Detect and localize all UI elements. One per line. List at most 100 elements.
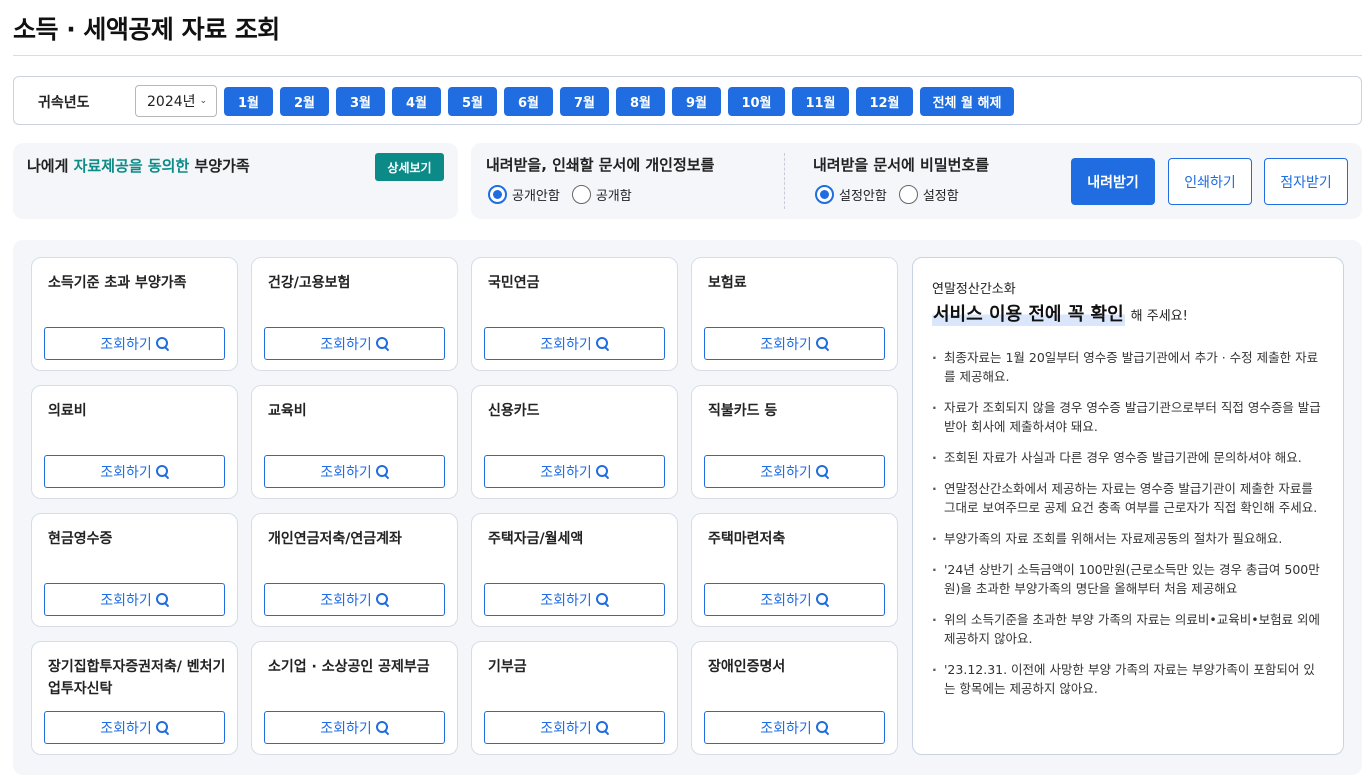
info-list-item: 연말정산간소화에서 제공하는 자료는 영수증 발급기관이 제출한 자료를 그대로… xyxy=(930,479,1325,517)
deduction-card-title: 보험료 xyxy=(708,275,747,291)
inquiry-button[interactable]: 조회하기 xyxy=(704,583,885,616)
inquiry-button[interactable]: 조회하기 xyxy=(484,455,665,488)
deduction-card-title: 개인연금저축/연금계좌 xyxy=(268,531,402,547)
search-icon xyxy=(595,593,609,606)
month-button-2[interactable]: 2월 xyxy=(280,87,329,116)
inquiry-button-label: 조회하기 xyxy=(100,336,152,353)
month-button-7[interactable]: 7월 xyxy=(560,87,609,116)
month-button-10[interactable]: 10월 xyxy=(728,87,785,116)
deduction-card-title: 직불카드 등 xyxy=(708,403,778,419)
search-icon xyxy=(815,337,829,350)
inquiry-button[interactable]: 조회하기 xyxy=(484,327,665,360)
month-button-9[interactable]: 9월 xyxy=(672,87,721,116)
deduction-card-title: 장기집합투자증권저축/ 벤처기업투자신탁 xyxy=(48,659,226,697)
deduction-card: 주택마련저축조회하기 xyxy=(691,513,898,627)
inquiry-button[interactable]: 조회하기 xyxy=(44,327,225,360)
braille-button[interactable]: 점자받기 xyxy=(1264,158,1348,205)
search-icon xyxy=(595,721,609,734)
page-title: 소득 · 세액공제 자료 조회 xyxy=(13,15,280,44)
year-select[interactable]: 2024년 ⌄ xyxy=(135,85,217,117)
month-button-12[interactable]: 12월 xyxy=(856,87,913,116)
month-button-1[interactable]: 1월 xyxy=(224,87,273,116)
inquiry-button[interactable]: 조회하기 xyxy=(264,711,445,744)
deduction-card-title: 건강/고용보험 xyxy=(268,275,351,291)
deduction-card: 현금영수증 조회하기 xyxy=(31,513,238,627)
inquiry-button[interactable]: 조회하기 xyxy=(704,455,885,488)
deduction-card-title: 주택마련저축 xyxy=(708,531,786,547)
privacy-radio-show-label: 공개함 xyxy=(595,189,632,204)
inquiry-button[interactable]: 조회하기 xyxy=(264,455,445,488)
deduction-card: 소득기준 초과 부양가족 조회하기 xyxy=(31,257,238,371)
print-button[interactable]: 인쇄하기 xyxy=(1168,158,1252,205)
radio-unselected-icon xyxy=(571,185,591,204)
inquiry-button[interactable]: 조회하기 xyxy=(704,711,885,744)
month-button-8[interactable]: 8월 xyxy=(616,87,665,116)
search-icon xyxy=(155,593,169,606)
inquiry-button[interactable]: 조회하기 xyxy=(264,327,445,360)
deduction-card: 주택자금/월세액조회하기 xyxy=(471,513,678,627)
inquiry-button-label: 조회하기 xyxy=(760,592,812,609)
privacy-radio-show[interactable]: 공개함 xyxy=(571,185,632,204)
password-radio-set-label: 설정함 xyxy=(922,189,959,204)
password-radio-none[interactable]: 설정안함 xyxy=(815,185,887,204)
radio-unselected-icon xyxy=(898,185,918,204)
info-list-item: 조회된 자료가 사실과 다른 경우 영수증 발급기관에 문의하셔야 해요. xyxy=(930,448,1325,467)
info-headline-main: 서비스 이용 전에 꼭 확인 xyxy=(932,300,1125,326)
download-button[interactable]: 내려받기 xyxy=(1071,158,1155,205)
month-buttons: 1월 2월 3월 4월 5월 6월 7월 8월 9월 10월 11월 12월 전… xyxy=(224,87,1014,116)
dependents-highlight: 자료제공을 동의한 xyxy=(73,157,190,175)
inquiry-button-label: 조회하기 xyxy=(540,720,592,737)
clear-all-months-button[interactable]: 전체 월 해제 xyxy=(920,87,1014,116)
inquiry-button[interactable]: 조회하기 xyxy=(264,583,445,616)
year-select-value: 2024년 xyxy=(147,94,196,110)
info-subtitle: 연말정산간소화 xyxy=(932,282,1016,297)
search-icon xyxy=(375,593,389,606)
month-button-6[interactable]: 6월 xyxy=(504,87,553,116)
info-list-item: '24년 상반기 소득금액이 100만원(근로소득만 있는 경우 총급여 500… xyxy=(930,560,1325,598)
month-button-4[interactable]: 4월 xyxy=(392,87,441,116)
options-divider xyxy=(784,153,785,209)
inquiry-button[interactable]: 조회하기 xyxy=(484,583,665,616)
inquiry-button-label: 조회하기 xyxy=(760,464,812,481)
month-button-3[interactable]: 3월 xyxy=(336,87,385,116)
search-icon xyxy=(595,337,609,350)
info-panel: 연말정산간소화 서비스 이용 전에 꼭 확인 해 주세요! 최종자료는 1월 2… xyxy=(912,257,1344,755)
dependents-suffix: 부양가족 xyxy=(189,157,250,175)
radio-selected-icon xyxy=(488,185,507,204)
inquiry-button[interactable]: 조회하기 xyxy=(44,583,225,616)
password-radio-set[interactable]: 설정함 xyxy=(898,185,959,204)
deduction-card-title: 의료비 xyxy=(48,403,87,419)
search-icon xyxy=(375,465,389,478)
privacy-radio-hide[interactable]: 공개안함 xyxy=(488,185,560,204)
info-list-item: 최종자료는 1월 20일부터 영수증 발급기관에서 추가 · 수정 제출한 자료… xyxy=(930,348,1325,386)
search-icon xyxy=(595,465,609,478)
dependents-prefix: 나에게 xyxy=(27,157,74,175)
deduction-items-area: 소득기준 초과 부양가족 조회하기 건강/고용보험 조회하기 국민연금 조회하기 보험료 조회… xyxy=(13,240,1362,775)
deduction-card-title: 소기업 · 소상공인 공제부금 xyxy=(268,659,430,675)
deduction-card-title: 주택자금/월세액 xyxy=(488,531,584,547)
password-option-group: 내려받을 문서에 비밀번호를 설정안함 설정함 xyxy=(813,154,989,204)
info-headline: 서비스 이용 전에 꼭 확인 해 주세요! xyxy=(932,300,1188,326)
inquiry-button[interactable]: 조회하기 xyxy=(704,327,885,360)
deduction-card-title: 국민연금 xyxy=(488,275,540,291)
deduction-card: 건강/고용보험조회하기 xyxy=(251,257,458,371)
search-icon xyxy=(155,721,169,734)
inquiry-button[interactable]: 조회하기 xyxy=(484,711,665,744)
deduction-card: 장기집합투자증권저축/ 벤처기업투자신탁조회하기 xyxy=(31,641,238,755)
inquiry-button-label: 조회하기 xyxy=(100,464,152,481)
deduction-card: 신용카드조회하기 xyxy=(471,385,678,499)
chevron-down-icon: ⌄ xyxy=(199,96,208,106)
month-button-5[interactable]: 5월 xyxy=(448,87,497,116)
month-button-11[interactable]: 11월 xyxy=(792,87,849,116)
inquiry-button-label: 조회하기 xyxy=(540,592,592,609)
deduction-card-title: 교육비 xyxy=(268,403,307,419)
deduction-card: 국민연금조회하기 xyxy=(471,257,678,371)
deduction-card-title: 신용카드 xyxy=(488,403,540,419)
deduction-card: 기부금 조회하기 xyxy=(471,641,678,755)
inquiry-button[interactable]: 조회하기 xyxy=(44,711,225,744)
detail-view-button[interactable]: 상세보기 xyxy=(375,153,444,181)
inquiry-button-label: 조회하기 xyxy=(100,720,152,737)
inquiry-button[interactable]: 조회하기 xyxy=(44,455,225,488)
deduction-card: 보험료조회하기 xyxy=(691,257,898,371)
inquiry-button-label: 조회하기 xyxy=(540,464,592,481)
